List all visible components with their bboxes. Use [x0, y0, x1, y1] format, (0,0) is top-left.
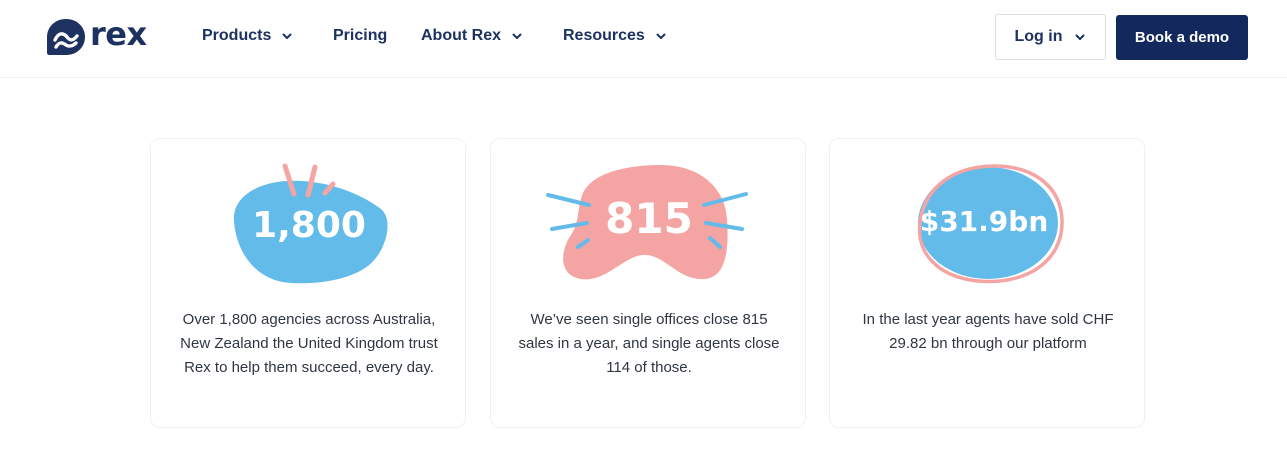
login-label: Log in [1014, 28, 1063, 45]
top-navigation: rex Products Pricing About Rex Resources… [0, 0, 1287, 78]
book-demo-button[interactable]: Book a demo [1116, 15, 1248, 60]
nav-item-label: Products [202, 27, 272, 44]
nav-item-label: Pricing [333, 27, 388, 44]
chevron-down-icon [656, 33, 666, 39]
stat-description: In the last year agents have sold CHF 29… [862, 311, 1114, 352]
nav-item-pricing[interactable]: Pricing [333, 22, 387, 50]
brand-name: rex [90, 15, 147, 53]
login-button[interactable]: Log in [995, 14, 1106, 60]
stat-description: We’ve seen single offices close 815 sale… [518, 311, 780, 376]
stat-card-offices: 815 We’ve seen single offices close 815 … [490, 138, 806, 428]
stat-value: $31.9bn [920, 205, 1049, 238]
nav-item-label: Resources [563, 27, 645, 44]
nav-item-about-rex[interactable]: About Rex [421, 22, 523, 50]
stat-description: Over 1,800 agencies across Australia, Ne… [180, 311, 438, 376]
book-demo-label: Book a demo [1134, 29, 1230, 46]
nav-item-products[interactable]: Products [202, 22, 293, 50]
rex-logo-icon [47, 19, 85, 55]
chevron-down-icon [282, 33, 292, 39]
nav-item-label: About Rex [421, 27, 501, 44]
blob-illustration: 1,800 [233, 163, 388, 284]
chevron-down-icon [1075, 34, 1085, 40]
nav-item-resources[interactable]: Resources [563, 22, 667, 50]
rex-logo[interactable]: rex [46, 15, 147, 56]
stat-value: 1,800 [252, 205, 366, 246]
chevron-down-icon [512, 33, 522, 39]
blob-illustration: 815 [546, 165, 748, 280]
stat-card-sales-volume: $31.9bn In the last year agents have sol… [829, 138, 1145, 428]
stat-card-agencies: 1,800 Over 1,800 agencies across Austral… [150, 138, 466, 428]
stat-value: 815 [605, 194, 693, 243]
blob-illustration: $31.9bn [917, 164, 1064, 284]
